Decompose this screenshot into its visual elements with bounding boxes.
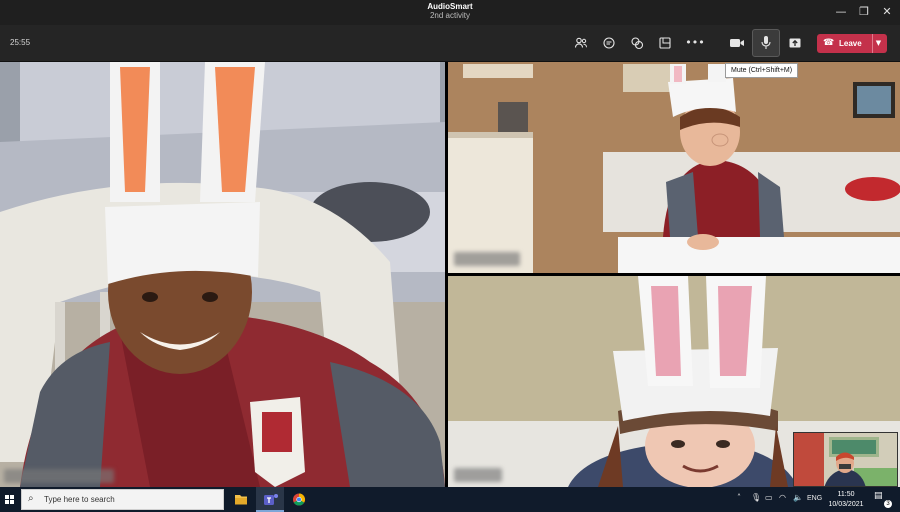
chat-button[interactable] xyxy=(598,33,620,53)
chrome-icon xyxy=(293,493,306,506)
minimize-button[interactable]: — xyxy=(832,4,850,20)
meeting-timer: 25:55 xyxy=(10,38,31,47)
chat-icon xyxy=(603,37,615,49)
taskbar-clock[interactable]: 11:50 10/03/2021 xyxy=(822,490,870,510)
maximize-button[interactable]: ❐ xyxy=(855,4,873,20)
people-icon xyxy=(574,37,587,48)
tray-chevron-up-icon[interactable]: ˄ xyxy=(737,493,741,502)
taskbar-file-explorer[interactable] xyxy=(227,487,255,512)
notification-count: 3 xyxy=(884,500,892,508)
microphone-button[interactable] xyxy=(752,29,780,57)
windows-taskbar: ⌕ Type here to search ˄ 🎙 ▭ ◠ 🔈 ENG 11:5… xyxy=(0,487,900,512)
self-video xyxy=(794,433,897,486)
notification-icon: ▤ xyxy=(874,491,883,501)
leave-button[interactable]: ☎ Leave ▼ xyxy=(817,34,887,53)
participant-name-label xyxy=(454,468,502,482)
leave-label: Leave xyxy=(839,39,862,48)
start-button[interactable] xyxy=(0,487,20,512)
title-bar: AudioSmart 2nd activity — ❐ ✕ xyxy=(0,0,900,25)
participant-name-label xyxy=(454,252,520,266)
participants-button[interactable] xyxy=(570,33,592,53)
camera-button[interactable] xyxy=(726,33,748,53)
search-icon: ⌕ xyxy=(28,493,34,504)
self-view-video[interactable] xyxy=(793,432,898,487)
chevron-down-icon[interactable]: ▼ xyxy=(872,34,884,53)
microphone-icon xyxy=(761,36,771,49)
more-icon: ••• xyxy=(685,36,705,49)
reactions-button[interactable] xyxy=(626,33,648,53)
clock-date: 10/03/2021 xyxy=(828,501,864,508)
search-placeholder: Type here to search xyxy=(44,495,115,504)
participant-video xyxy=(448,62,900,273)
action-center-button[interactable]: ▤ 3 xyxy=(874,491,892,508)
meeting-title: 2nd activity xyxy=(429,11,471,20)
share-content-button[interactable] xyxy=(784,33,806,53)
window-title: AudioSmart 2nd activity xyxy=(427,2,472,20)
video-tile-main[interactable] xyxy=(0,62,445,487)
reactions-icon xyxy=(631,37,644,50)
teams-meeting-window: AudioSmart 2nd activity — ❐ ✕ 25:55 ••• … xyxy=(0,0,900,512)
taskbar-teams[interactable] xyxy=(256,487,284,512)
taskbar-chrome[interactable] xyxy=(285,487,313,512)
teams-icon xyxy=(264,494,278,505)
phone-hangup-icon: ☎ xyxy=(823,38,835,48)
camera-icon xyxy=(730,39,744,47)
tray-battery-icon[interactable]: ▭ xyxy=(765,493,773,502)
close-button[interactable]: ✕ xyxy=(878,4,896,20)
clock-time: 11:50 xyxy=(837,491,855,498)
taskbar-search-box[interactable]: ⌕ Type here to search xyxy=(21,489,224,510)
video-tile-top-right[interactable] xyxy=(448,62,900,273)
windows-logo-icon xyxy=(5,495,14,504)
breakout-rooms-icon xyxy=(659,37,671,49)
folder-icon xyxy=(235,495,247,505)
participant-video xyxy=(0,62,445,487)
tray-microphone-icon[interactable]: 🎙 xyxy=(751,493,761,502)
breakout-rooms-button[interactable] xyxy=(654,33,676,53)
participant-name-label xyxy=(4,469,114,483)
more-actions-button[interactable]: ••• xyxy=(684,33,706,53)
app-brand: AudioSmart xyxy=(427,2,473,11)
share-icon xyxy=(789,38,801,48)
tray-wifi-icon[interactable]: ◠ xyxy=(779,493,786,502)
mute-tooltip: Mute (Ctrl+Shift+M) xyxy=(725,63,799,78)
tray-language[interactable]: ENG xyxy=(807,495,822,502)
tray-volume-icon[interactable]: 🔈 xyxy=(793,493,803,502)
meeting-toolbar: 25:55 ••• ☎ Leave ▼ xyxy=(0,25,900,62)
